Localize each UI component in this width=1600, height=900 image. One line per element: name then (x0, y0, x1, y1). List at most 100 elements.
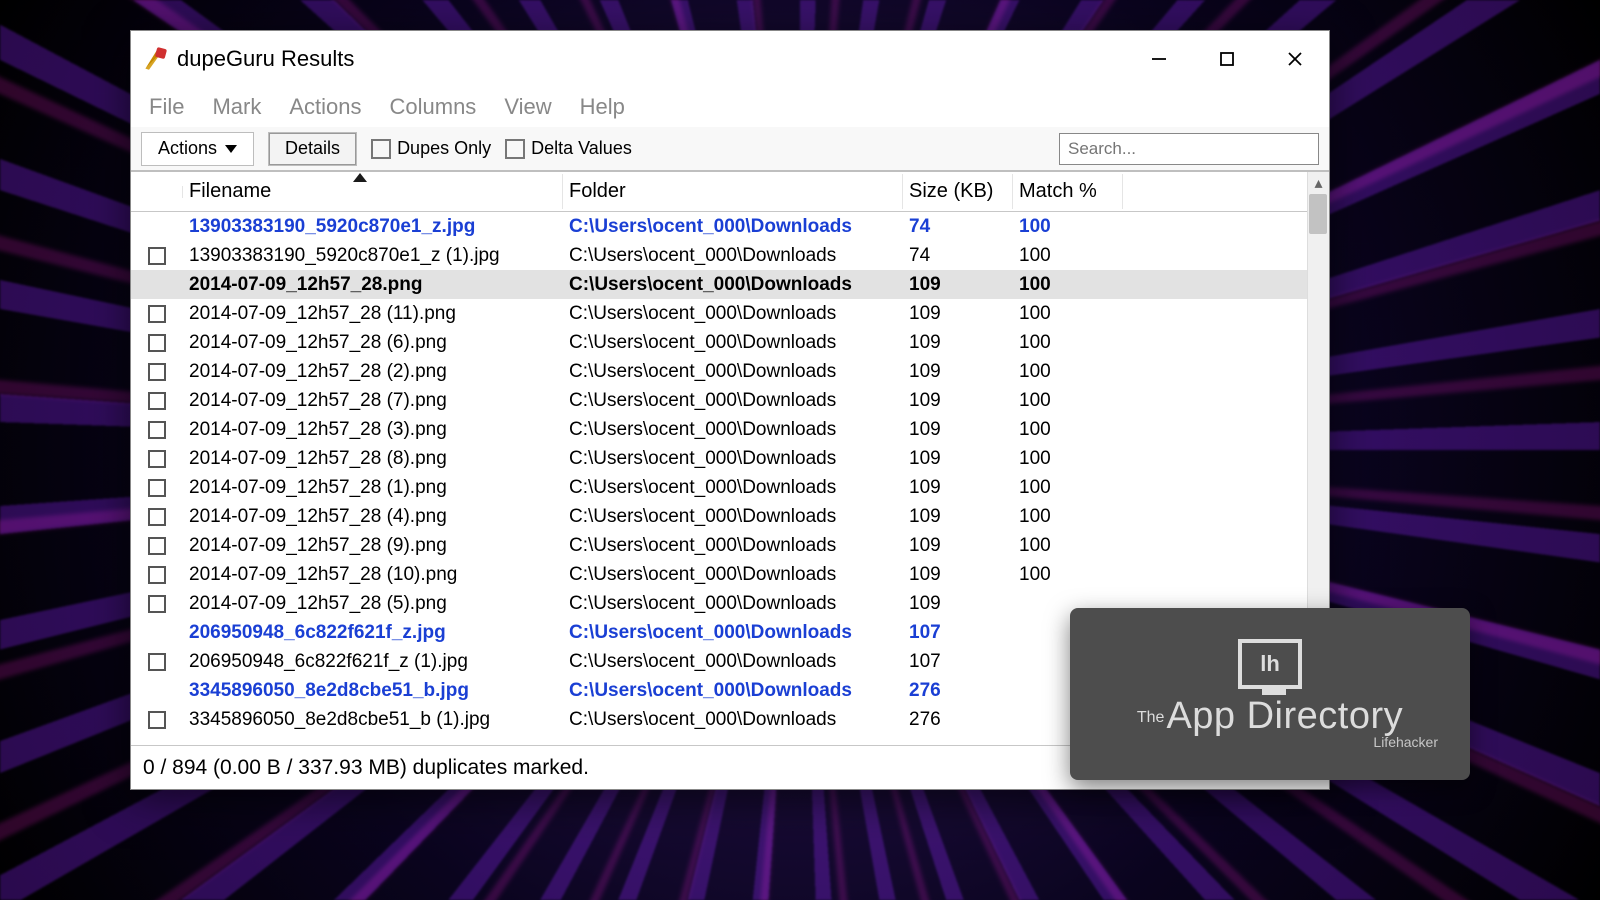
header-size[interactable]: Size (KB) (903, 174, 1013, 209)
scroll-up-icon[interactable]: ▴ (1308, 172, 1329, 194)
checkbox-icon[interactable] (148, 450, 166, 468)
table-row[interactable]: 2014-07-09_12h57_28 (9).pngC:\Users\ocen… (131, 531, 1329, 560)
row-checkbox-cell[interactable] (131, 245, 183, 267)
menu-file[interactable]: File (149, 94, 184, 120)
details-button[interactable]: Details (268, 132, 357, 166)
menu-mark[interactable]: Mark (212, 94, 261, 120)
minimize-button[interactable] (1125, 31, 1193, 87)
checkbox-icon[interactable] (148, 334, 166, 352)
close-button[interactable] (1261, 31, 1329, 87)
cell-spacer (1123, 399, 1329, 403)
cell-filename: 2014-07-09_12h57_28 (7).png (183, 388, 563, 414)
menubar: File Mark Actions Columns View Help (131, 87, 1329, 127)
checkbox-icon[interactable] (148, 247, 166, 265)
menu-columns[interactable]: Columns (390, 94, 477, 120)
checkbox-icon[interactable] (148, 421, 166, 439)
actions-dropdown[interactable]: Actions (141, 132, 254, 166)
cell-size: 109 (903, 330, 1013, 356)
cell-spacer (1123, 486, 1329, 490)
table-row[interactable]: 13903383190_5920c870e1_z (1).jpgC:\Users… (131, 241, 1329, 270)
table-row[interactable]: 2014-07-09_12h57_28 (3).pngC:\Users\ocen… (131, 415, 1329, 444)
row-checkbox-cell[interactable] (131, 303, 183, 325)
row-checkbox-cell[interactable] (131, 448, 183, 470)
row-checkbox-cell[interactable] (131, 419, 183, 441)
header-checkbox[interactable] (131, 186, 183, 198)
cell-spacer (1123, 312, 1329, 316)
table-row[interactable]: 2014-07-09_12h57_28 (1).pngC:\Users\ocen… (131, 473, 1329, 502)
cell-match (1013, 602, 1123, 606)
cell-size: 109 (903, 475, 1013, 501)
checkbox-icon[interactable] (148, 653, 166, 671)
cell-filename: 2014-07-09_12h57_28 (5).png (183, 591, 563, 617)
search-input[interactable] (1059, 133, 1319, 165)
cell-spacer (1123, 457, 1329, 461)
status-text: 0 / 894 (0.00 B / 337.93 MB) duplicates … (143, 756, 589, 780)
maximize-button[interactable] (1193, 31, 1261, 87)
row-checkbox-cell[interactable] (131, 390, 183, 412)
menu-view[interactable]: View (504, 94, 551, 120)
row-checkbox-cell[interactable] (131, 631, 183, 635)
row-checkbox-cell[interactable] (131, 506, 183, 528)
scroll-thumb[interactable] (1309, 194, 1327, 234)
table-row[interactable]: 2014-07-09_12h57_28 (4).pngC:\Users\ocen… (131, 502, 1329, 531)
row-checkbox-cell[interactable] (131, 535, 183, 557)
cell-folder: C:\Users\ocent_000\Downloads (563, 330, 903, 356)
chevron-down-icon (225, 145, 237, 153)
cell-folder: C:\Users\ocent_000\Downloads (563, 707, 903, 733)
table-row[interactable]: 2014-07-09_12h57_28 (8).pngC:\Users\ocen… (131, 444, 1329, 473)
row-checkbox-cell[interactable] (131, 564, 183, 586)
cell-match: 100 (1013, 301, 1123, 327)
titlebar[interactable]: dupeGuru Results (131, 31, 1329, 87)
cell-size: 74 (903, 214, 1013, 240)
delta-values-label: Delta Values (531, 138, 632, 159)
cell-filename: 2014-07-09_12h57_28 (1).png (183, 475, 563, 501)
cell-spacer (1123, 428, 1329, 432)
checkbox-icon[interactable] (148, 711, 166, 729)
row-checkbox-cell[interactable] (131, 332, 183, 354)
checkbox-icon[interactable] (148, 305, 166, 323)
checkbox-icon[interactable] (148, 537, 166, 555)
checkbox-icon (505, 139, 525, 159)
cell-spacer (1123, 341, 1329, 345)
dupes-only-checkbox[interactable]: Dupes Only (371, 138, 491, 159)
table-row[interactable]: 13903383190_5920c870e1_z.jpgC:\Users\oce… (131, 212, 1329, 241)
menu-help[interactable]: Help (580, 94, 625, 120)
header-match[interactable]: Match % (1013, 174, 1123, 209)
cell-size: 276 (903, 678, 1013, 704)
dupes-only-label: Dupes Only (397, 138, 491, 159)
cell-folder: C:\Users\ocent_000\Downloads (563, 620, 903, 646)
row-checkbox-cell[interactable] (131, 361, 183, 383)
cell-size: 107 (903, 620, 1013, 646)
header-filename[interactable]: Filename (183, 174, 563, 209)
cell-size: 109 (903, 591, 1013, 617)
checkbox-icon[interactable] (148, 392, 166, 410)
monitor-icon: lh (1238, 639, 1302, 689)
cell-filename: 2014-07-09_12h57_28 (2).png (183, 359, 563, 385)
header-folder[interactable]: Folder (563, 174, 903, 209)
checkbox-icon[interactable] (148, 363, 166, 381)
search-field[interactable] (1068, 139, 1310, 159)
row-checkbox-cell[interactable] (131, 709, 183, 731)
table-row[interactable]: 2014-07-09_12h57_28 (2).pngC:\Users\ocen… (131, 357, 1329, 386)
row-checkbox-cell[interactable] (131, 477, 183, 499)
table-row[interactable]: 2014-07-09_12h57_28.pngC:\Users\ocent_00… (131, 270, 1329, 299)
table-row[interactable]: 2014-07-09_12h57_28 (6).pngC:\Users\ocen… (131, 328, 1329, 357)
row-checkbox-cell[interactable] (131, 593, 183, 615)
menu-actions[interactable]: Actions (289, 94, 361, 120)
row-checkbox-cell[interactable] (131, 225, 183, 229)
table-row[interactable]: 2014-07-09_12h57_28 (11).pngC:\Users\oce… (131, 299, 1329, 328)
checkbox-icon[interactable] (148, 566, 166, 584)
checkbox-icon[interactable] (148, 595, 166, 613)
table-row[interactable]: 2014-07-09_12h57_28 (10).pngC:\Users\oce… (131, 560, 1329, 589)
row-checkbox-cell[interactable] (131, 283, 183, 287)
checkbox-icon[interactable] (148, 508, 166, 526)
cell-spacer (1123, 544, 1329, 548)
row-checkbox-cell[interactable] (131, 689, 183, 693)
row-checkbox-cell[interactable] (131, 651, 183, 673)
delta-values-checkbox[interactable]: Delta Values (505, 138, 632, 159)
cell-folder: C:\Users\ocent_000\Downloads (563, 417, 903, 443)
app-icon (143, 47, 167, 71)
table-row[interactable]: 2014-07-09_12h57_28 (7).pngC:\Users\ocen… (131, 386, 1329, 415)
checkbox-icon[interactable] (148, 479, 166, 497)
cell-folder: C:\Users\ocent_000\Downloads (563, 272, 903, 298)
